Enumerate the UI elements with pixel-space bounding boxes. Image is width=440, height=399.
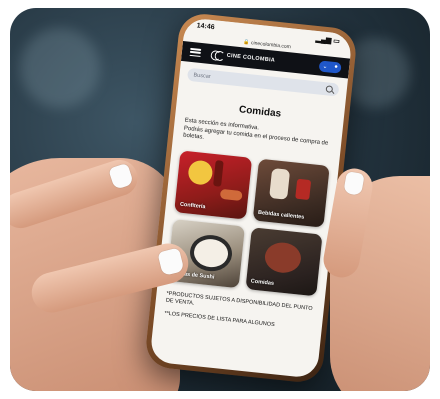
- coffee-cup-image: [268, 167, 290, 200]
- chevron-down-icon: ⌄: [322, 63, 328, 70]
- phone-screen: 14:46 ▂▄▆ ▭ 🔒 cinecolombia.com CINE COLO…: [149, 17, 353, 379]
- category-label: Confitería: [179, 201, 206, 210]
- signal-battery-icon: ▂▄▆ ▭: [315, 35, 341, 45]
- dish-image: [263, 240, 302, 274]
- user-menu-button[interactable]: ⌄ ●: [318, 59, 342, 74]
- search-icon[interactable]: [325, 85, 334, 93]
- user-icon: ●: [333, 63, 339, 71]
- page-intro: Esta sección es informativa. Podrás agre…: [182, 117, 329, 147]
- category-label: Bebidas calientes: [257, 209, 305, 221]
- category-card-confiteria[interactable]: Confitería: [174, 149, 252, 220]
- soda-bottle-image: [213, 159, 224, 187]
- fingernail: [343, 171, 365, 196]
- menu-icon[interactable]: [189, 47, 202, 57]
- smartphone: 14:46 ▂▄▆ ▭ 🔒 cinecolombia.com CINE COLO…: [143, 11, 359, 385]
- category-grid: Confitería Bebidas calientes Barras de S…: [166, 149, 330, 296]
- category-card-bebidas-calientes[interactable]: Bebidas calientes: [252, 158, 330, 228]
- fingernail: [157, 247, 185, 277]
- bokeh-light: [20, 28, 100, 108]
- hotdog-image: [219, 188, 243, 201]
- brand-name: CINE COLOMBIA: [226, 52, 276, 64]
- photo-background: 14:46 ▂▄▆ ▭ 🔒 cinecolombia.com CINE COLO…: [10, 8, 430, 391]
- popcorn-image: [187, 158, 214, 186]
- brand-logo[interactable]: CINE COLOMBIA: [210, 50, 309, 69]
- lock-icon: 🔒: [243, 39, 250, 46]
- fingernail: [108, 162, 134, 190]
- sushi-image: [188, 232, 234, 273]
- status-time: 14:46: [196, 22, 215, 32]
- category-label: Comidas: [250, 277, 275, 287]
- cine-colombia-logo-icon: [210, 50, 223, 60]
- mug-image: [294, 178, 311, 200]
- search-placeholder: Buscar: [193, 71, 211, 80]
- category-card-comidas[interactable]: Comidas: [245, 226, 323, 296]
